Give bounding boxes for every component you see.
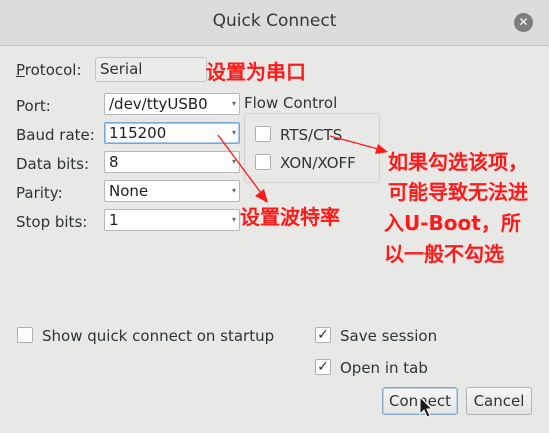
annotation-baud: 设置波特率 <box>240 205 340 229</box>
annotation-serial: 设置为串口 <box>206 60 306 84</box>
annotation-flow-line-2: 可能导致无法进 <box>388 180 528 204</box>
annotation-flow-line-1: 如果勾选该项， <box>388 150 528 174</box>
annotation-flow-line-4: 以一般不勾选 <box>384 242 504 266</box>
annotation-flow-line-3: 入U-Boot，所 <box>384 211 521 235</box>
